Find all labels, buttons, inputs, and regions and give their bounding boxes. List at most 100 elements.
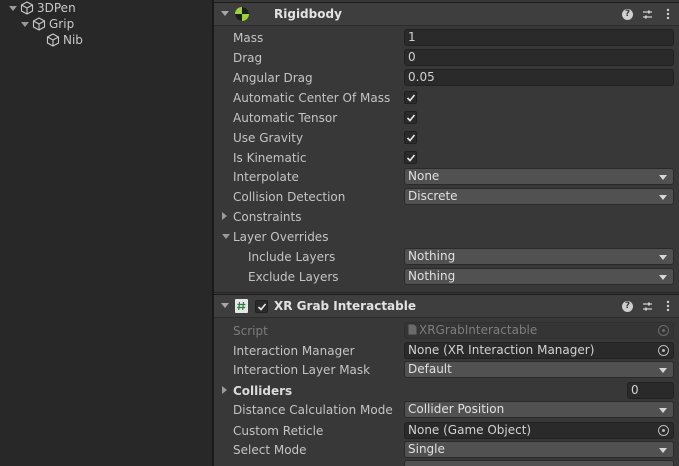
dropdown-caret-icon: [659, 408, 667, 413]
object-picker-icon: [658, 325, 669, 336]
checkmark-icon: [406, 114, 416, 122]
hierarchy-item-label: Nib: [63, 33, 83, 47]
include-layers-label: Include Layers: [248, 250, 336, 264]
distance-mode-label: Distance Calculation Mode: [233, 403, 393, 417]
is-kinematic-checkbox[interactable]: [404, 151, 417, 164]
mass-field[interactable]: 1: [404, 29, 674, 46]
select-mode-row: Select Mode Single: [214, 440, 679, 460]
dropdown-value: Discrete: [408, 189, 458, 203]
auto-center-row: Automatic Center Of Mass: [214, 88, 679, 108]
use-gravity-checkbox[interactable]: [404, 131, 417, 144]
collapse-arrow-icon[interactable]: [222, 234, 230, 239]
drag-field[interactable]: 0: [404, 49, 674, 66]
preset-sliders-icon[interactable]: [642, 300, 653, 312]
script-hash-icon: [235, 299, 248, 313]
exclude-layers-label: Exclude Layers: [248, 270, 339, 284]
xr-grab-header[interactable]: XR Grab Interactable ?: [214, 294, 679, 318]
more-options-icon[interactable]: [662, 300, 673, 312]
colliders-count-field[interactable]: 0: [627, 382, 674, 399]
dropdown-caret-icon: [659, 195, 667, 200]
exclude-layers-dropdown[interactable]: Nothing: [404, 268, 674, 285]
inspector-panel: Rigidbody ? Mass 1 Drag 0 Angular Drag 0…: [214, 0, 679, 466]
fold-arrow-icon[interactable]: [221, 303, 229, 308]
dropdown-caret-icon: [659, 448, 667, 453]
manager-field[interactable]: None (XR Interaction Manager): [404, 342, 674, 359]
interpolate-label: Interpolate: [233, 170, 299, 184]
auto-center-label: Automatic Center Of Mass: [233, 91, 391, 105]
preset-sliders-icon[interactable]: [642, 8, 653, 20]
hierarchy-item-3dpen[interactable]: 3DPen: [8, 0, 76, 16]
select-mode-dropdown[interactable]: Single: [404, 441, 674, 458]
manager-value: None (XR Interaction Manager): [408, 343, 595, 357]
cube-icon: [20, 1, 34, 15]
hierarchy-item-nib[interactable]: Nib: [44, 32, 83, 48]
component-enabled-checkbox[interactable]: [255, 300, 268, 313]
dropdown-caret-icon: [659, 275, 667, 280]
layer-mask-label: Interaction Layer Mask: [233, 363, 371, 377]
dropdown-value: None: [408, 169, 440, 183]
include-layers-dropdown[interactable]: Nothing: [404, 248, 674, 265]
auto-tensor-checkbox[interactable]: [404, 111, 417, 124]
cube-icon: [46, 33, 60, 47]
layer-mask-row: Interaction Layer Mask Default: [214, 360, 679, 380]
angular-drag-field[interactable]: 0.05: [404, 69, 674, 86]
checkmark-icon: [257, 303, 267, 311]
is-kinematic-label: Is Kinematic: [233, 151, 307, 165]
interpolate-row: Interpolate None: [214, 167, 679, 187]
next-dropdown-partial[interactable]: [404, 460, 674, 466]
distance-mode-row: Distance Calculation Mode Collider Posit…: [214, 400, 679, 420]
manager-label: Interaction Manager: [233, 344, 355, 358]
hierarchy-item-grip[interactable]: Grip: [20, 16, 74, 32]
fold-arrow-icon[interactable]: [221, 11, 229, 16]
dropdown-value: Default: [408, 362, 452, 376]
checkmark-icon: [406, 154, 416, 162]
checkmark-icon: [406, 94, 416, 102]
reticle-field[interactable]: None (Game Object): [404, 422, 674, 439]
layer-overrides-label: Layer Overrides: [233, 230, 329, 244]
object-picker-icon[interactable]: [658, 425, 669, 436]
expand-arrow-icon[interactable]: [222, 212, 227, 220]
rigidbody-header[interactable]: Rigidbody ?: [214, 2, 679, 26]
dropdown-caret-icon: [659, 175, 667, 180]
object-picker-icon[interactable]: [658, 345, 669, 356]
dropdown-value: Nothing: [408, 249, 456, 263]
hierarchy-item-label: Grip: [49, 17, 75, 31]
colliders-label: Colliders: [233, 384, 293, 398]
script-value: XRGrabInteractable: [419, 323, 538, 337]
include-layers-row: Include Layers Nothing: [214, 247, 679, 267]
component-title: XR Grab Interactable: [274, 299, 416, 313]
auto-center-checkbox[interactable]: [404, 91, 417, 104]
more-options-icon[interactable]: [662, 8, 673, 20]
dropdown-caret-icon: [659, 255, 667, 260]
mass-row: Mass 1: [214, 28, 679, 48]
select-mode-label: Select Mode: [233, 443, 307, 457]
help-icon[interactable]: ?: [622, 8, 633, 20]
dropdown-value: Nothing: [408, 269, 456, 283]
layer-overrides-row[interactable]: Layer Overrides: [214, 227, 679, 247]
help-icon[interactable]: ?: [622, 300, 633, 312]
expand-arrow-icon[interactable]: [8, 3, 18, 13]
layer-mask-dropdown[interactable]: Default: [404, 361, 674, 378]
angular-drag-row: Angular Drag 0.05: [214, 68, 679, 88]
colliders-row[interactable]: Colliders 0: [214, 381, 679, 401]
dropdown-value: Single: [408, 442, 445, 456]
constraints-row[interactable]: Constraints: [214, 207, 679, 227]
angular-drag-label: Angular Drag: [233, 71, 313, 85]
script-file-icon: [408, 324, 417, 335]
reticle-row: Custom Reticle None (Game Object): [214, 421, 679, 441]
is-kinematic-row: Is Kinematic: [214, 148, 679, 168]
expand-arrow-icon[interactable]: [20, 19, 30, 29]
distance-mode-dropdown[interactable]: Collider Position: [404, 401, 674, 418]
collision-row: Collision Detection Discrete: [214, 187, 679, 207]
hierarchy-panel: 3DPen Grip Nib: [0, 0, 212, 466]
constraints-label: Constraints: [233, 210, 302, 224]
reticle-value: None (Game Object): [408, 423, 532, 437]
expand-arrow-icon[interactable]: [222, 386, 227, 394]
exclude-layers-row: Exclude Layers Nothing: [214, 267, 679, 287]
auto-tensor-row: Automatic Tensor: [214, 108, 679, 128]
collision-dropdown[interactable]: Discrete: [404, 188, 674, 205]
interpolate-dropdown[interactable]: None: [404, 168, 674, 185]
collision-label: Collision Detection: [233, 190, 346, 204]
component-title: Rigidbody: [274, 7, 342, 21]
manager-row: Interaction Manager None (XR Interaction…: [214, 341, 679, 361]
